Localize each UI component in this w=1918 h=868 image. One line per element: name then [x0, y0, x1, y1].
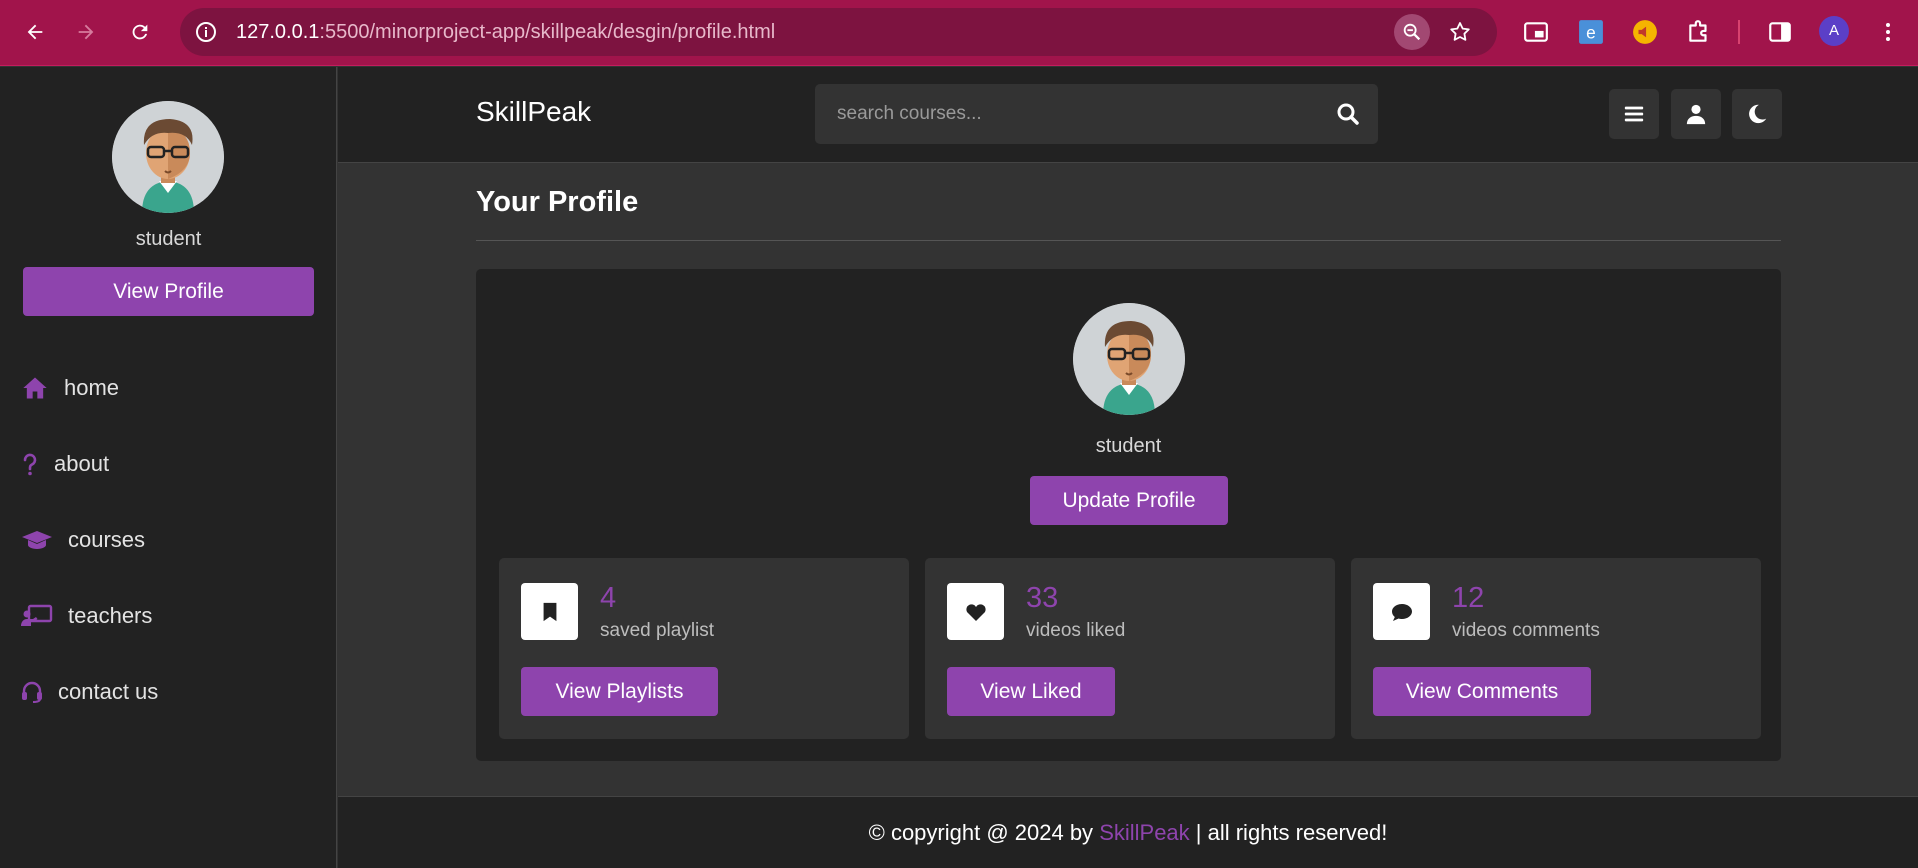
menu-bars-icon: [1624, 106, 1644, 122]
comment-icon: [1373, 583, 1430, 640]
view-liked-button[interactable]: View Liked: [947, 667, 1115, 716]
moon-icon: [1749, 104, 1767, 124]
reload-icon: [132, 24, 148, 40]
theme-toggle-button[interactable]: [1732, 89, 1782, 139]
stat-value: 33: [1026, 582, 1059, 614]
extension-e-icon[interactable]: e: [1573, 14, 1609, 50]
bookmark-icon: [521, 583, 578, 640]
bookmark-star-icon[interactable]: [1442, 14, 1478, 50]
browser-profile-avatar[interactable]: A: [1819, 16, 1849, 46]
view-comments-button[interactable]: View Comments: [1373, 667, 1591, 716]
page-title: Your Profile: [476, 186, 639, 218]
question-icon: [20, 449, 40, 479]
site-footer: © copyright @ 2024 by SkillPeak | all ri…: [338, 796, 1918, 868]
site-header: SkillPeak: [338, 67, 1918, 163]
side-panel-icon[interactable]: [1762, 14, 1798, 50]
sidebar-user-name: student: [135, 228, 202, 250]
back-button[interactable]: [15, 12, 55, 52]
reload-button[interactable]: [120, 12, 160, 52]
sidebar-item-courses[interactable]: courses: [20, 520, 145, 560]
graduation-cap-icon: [20, 525, 54, 555]
update-profile-button[interactable]: Update Profile: [1030, 476, 1228, 525]
stat-card-liked: 33 videos liked View Liked: [925, 558, 1335, 739]
title-divider: [476, 240, 1781, 241]
arrow-left-icon: [27, 24, 43, 40]
profile-user-name: student: [1095, 435, 1162, 457]
view-playlists-button[interactable]: View Playlists: [521, 667, 718, 716]
profile-avatar: [1073, 303, 1185, 415]
stat-value: 12: [1452, 582, 1485, 614]
stat-value: 4: [600, 582, 617, 614]
url-path: :5500/minorproject-app/skillpeak/desgin/…: [319, 21, 776, 43]
user-icon: [1686, 104, 1706, 125]
address-bar[interactable]: 127.0.0.1:5500/minorproject-app/skillpea…: [180, 8, 1497, 56]
headset-icon: [20, 677, 44, 707]
picture-in-picture-icon[interactable]: [1518, 14, 1554, 50]
stat-label: saved playlist: [600, 620, 715, 641]
sidebar-item-label: courses: [68, 527, 146, 552]
stat-card-playlists: 4 saved playlist View Playlists: [499, 558, 909, 739]
sidebar-item-label: teachers: [68, 603, 153, 628]
sidebar-item-about[interactable]: about: [20, 444, 109, 484]
sidebar-item-contact[interactable]: contact us: [20, 672, 158, 712]
extensions-puzzle-icon[interactable]: [1681, 14, 1717, 50]
menu-button[interactable]: [1609, 89, 1659, 139]
search-icon[interactable]: [1334, 100, 1362, 128]
url-host: 127.0.0.1: [236, 21, 320, 43]
more-menu-icon[interactable]: [1870, 14, 1906, 50]
search-input[interactable]: [837, 84, 1317, 144]
view-profile-button[interactable]: View Profile: [23, 267, 314, 316]
sidebar-item-teachers[interactable]: teachers: [20, 596, 152, 636]
forward-button[interactable]: [66, 12, 106, 52]
browser-toolbar: 127.0.0.1:5500/minorproject-app/skillpea…: [0, 0, 1918, 66]
sidebar-item-label: home: [64, 375, 120, 400]
url-text: 127.0.0.1:5500/minorproject-app/skillpea…: [236, 8, 775, 56]
profile-card: student Update Profile 4 saved playlist …: [476, 269, 1781, 761]
chalkboard-teacher-icon: [20, 601, 54, 631]
footer-brand-link[interactable]: SkillPeak: [1099, 820, 1189, 845]
search-form: [815, 84, 1378, 144]
sidebar: student View Profile home about courses …: [0, 67, 337, 868]
user-button[interactable]: [1671, 89, 1721, 139]
toolbar-divider: [1738, 20, 1740, 44]
heart-icon: [947, 583, 1004, 640]
zoom-icon[interactable]: [1394, 14, 1430, 50]
svg-text:e: e: [1586, 23, 1596, 43]
footer-suffix: | all rights reserved!: [1189, 820, 1388, 845]
stat-label: videos comments: [1452, 620, 1600, 641]
footer-prefix: © copyright @ 2024 by: [868, 820, 1100, 845]
home-icon: [20, 373, 50, 403]
stat-label: videos liked: [1026, 620, 1126, 641]
sidebar-item-home[interactable]: home: [20, 368, 119, 408]
extension-audio-icon[interactable]: [1627, 14, 1663, 50]
site-info-icon[interactable]: [194, 20, 218, 44]
sidebar-item-label: contact us: [58, 679, 159, 704]
site-logo[interactable]: SkillPeak: [476, 96, 591, 128]
sidebar-item-label: about: [54, 451, 110, 476]
stat-card-comments: 12 videos comments View Comments: [1351, 558, 1761, 739]
arrow-right-icon: [78, 24, 94, 40]
sidebar-avatar: [112, 101, 224, 213]
